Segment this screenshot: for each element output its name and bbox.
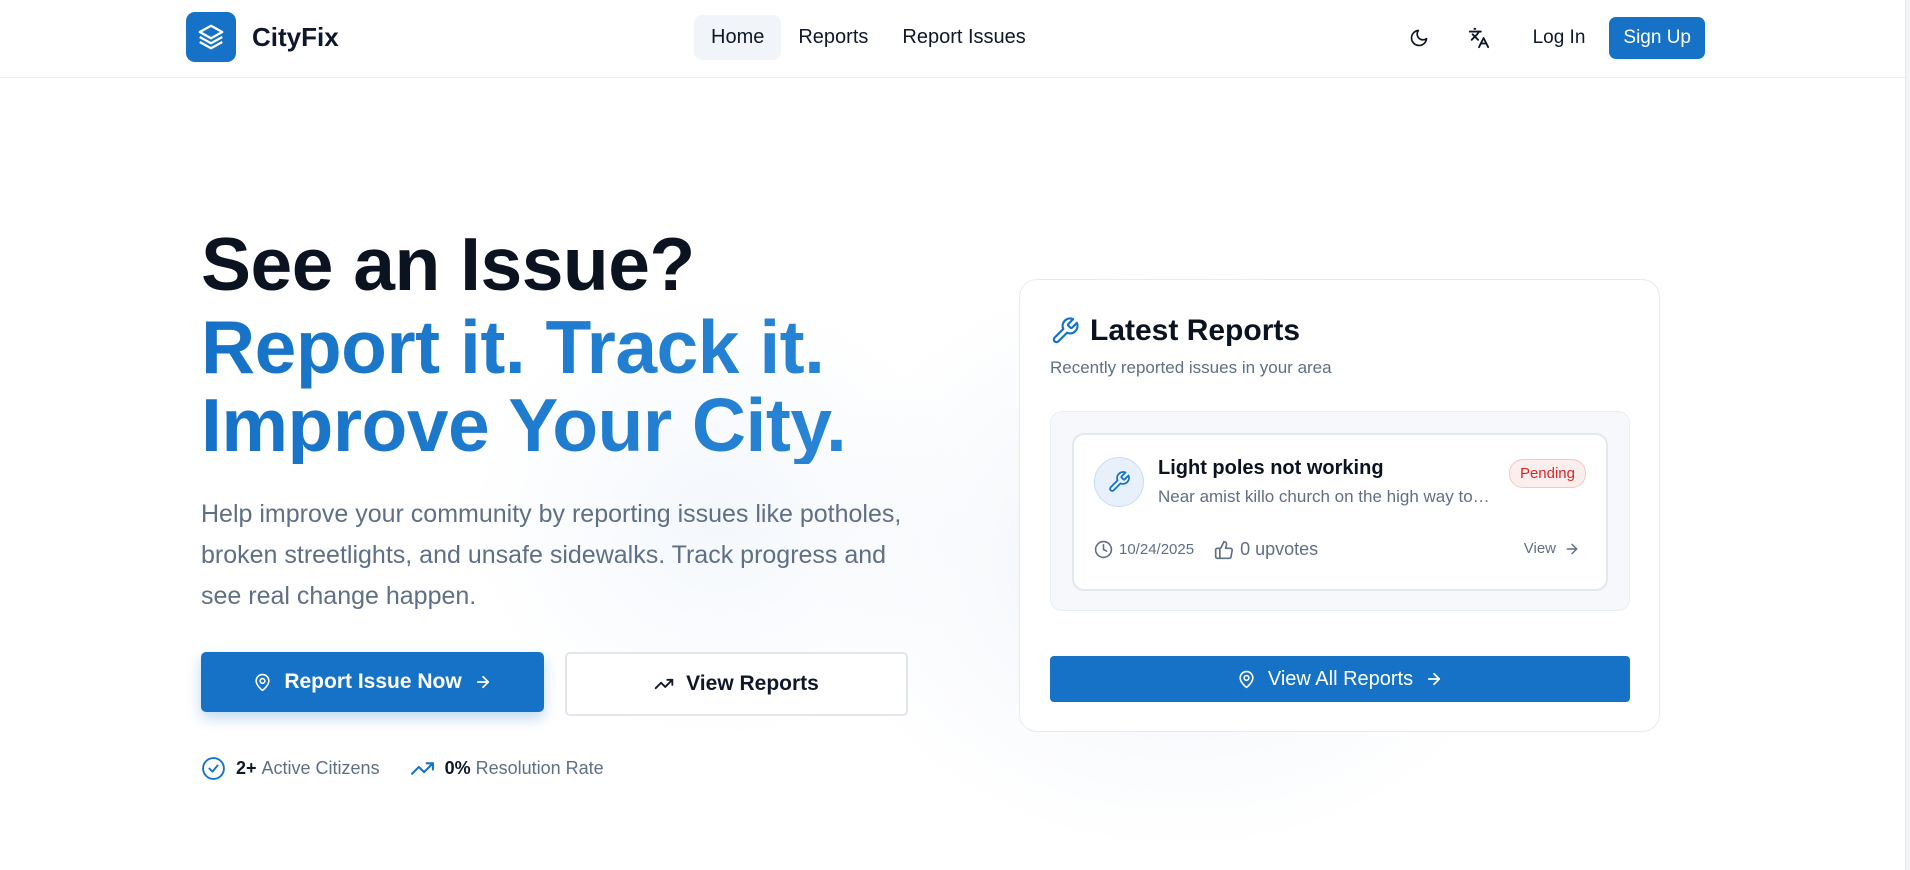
hero-subtitle-line-1: Report it. Track it. bbox=[201, 305, 825, 389]
report-date: 10/24/2025 bbox=[1094, 540, 1194, 559]
arrow-right-icon bbox=[1564, 541, 1580, 557]
trending-up-icon bbox=[654, 674, 674, 694]
layers-icon bbox=[186, 12, 236, 62]
reports-list: Light poles not working Near amist killo… bbox=[1050, 411, 1630, 611]
arrow-right-icon bbox=[1425, 670, 1443, 688]
brand-name: CityFix bbox=[252, 21, 339, 52]
brand[interactable]: CityFix bbox=[186, 12, 339, 62]
report-title: Light poles not working bbox=[1158, 457, 1384, 479]
hero-subtitle-line-2: Improve Your City. bbox=[201, 383, 847, 467]
latest-reports-card: Latest Reports Recently reported issues … bbox=[1019, 279, 1660, 732]
report-location: Near amist killo church on the high way … bbox=[1158, 487, 1493, 506]
hero-description: Help improve your community by reporting… bbox=[201, 500, 902, 610]
nav-home[interactable]: Home bbox=[694, 15, 782, 60]
nav-reports[interactable]: Reports bbox=[781, 15, 885, 60]
stat-label: Active Citizens bbox=[261, 758, 380, 778]
report-item[interactable]: Light poles not working Near amist killo… bbox=[1072, 433, 1608, 591]
check-circle-icon bbox=[201, 756, 226, 781]
clock-icon bbox=[1094, 540, 1113, 559]
signup-button[interactable]: Sign Up bbox=[1609, 17, 1705, 59]
wrench-icon bbox=[1050, 316, 1080, 346]
report-issue-now-button[interactable]: Report Issue Now bbox=[201, 652, 544, 712]
hero-subtitle: Report it. Track it. Improve Your City. bbox=[201, 308, 921, 464]
card-header: Latest Reports bbox=[1050, 314, 1300, 348]
stat-resolution-rate: 0% Resolution Rate bbox=[410, 756, 604, 781]
hero-section: See an Issue? Report it. Track it. Impro… bbox=[201, 222, 921, 781]
view-all-reports-button[interactable]: View All Reports bbox=[1050, 656, 1630, 702]
language-button[interactable] bbox=[1457, 18, 1501, 58]
hero-title: See an Issue? bbox=[201, 222, 695, 306]
report-date-text: 10/24/2025 bbox=[1119, 541, 1195, 558]
nav-actions: Log In Sign Up bbox=[1381, 17, 1705, 59]
top-navbar: CityFix Home Reports Report Issues Log I… bbox=[0, 0, 1905, 78]
stat-value: 0% bbox=[444, 758, 471, 778]
view-reports-button[interactable]: View Reports bbox=[565, 652, 908, 716]
page-scrollbar[interactable] bbox=[1905, 0, 1910, 870]
thumbs-up-icon bbox=[1214, 540, 1234, 560]
map-pin-icon bbox=[1237, 670, 1256, 689]
report-view-link[interactable]: View bbox=[1524, 540, 1580, 557]
stat-active-citizens: 2+ Active Citizens bbox=[201, 756, 380, 781]
hero-stats: 2+ Active Citizens 0% Resolution Rate bbox=[201, 756, 921, 781]
report-upvotes-text: 0 upvotes bbox=[1240, 539, 1319, 559]
arrow-right-icon bbox=[474, 673, 492, 691]
view-all-reports-label: View All Reports bbox=[1267, 667, 1414, 690]
nav-report-issues[interactable]: Report Issues bbox=[885, 15, 1042, 60]
report-issue-now-label: Report Issue Now bbox=[284, 670, 462, 693]
map-pin-icon bbox=[253, 673, 272, 692]
report-upvotes[interactable]: 0 upvotes bbox=[1214, 539, 1318, 560]
stat-label: Resolution Rate bbox=[475, 758, 604, 778]
card-title: Latest Reports bbox=[1090, 314, 1301, 347]
stat-value: 2+ bbox=[236, 758, 257, 778]
card-description: Recently reported issues in your area bbox=[1050, 358, 1332, 377]
trending-up-icon bbox=[410, 756, 435, 781]
wrench-icon bbox=[1094, 457, 1144, 507]
hero-actions: Report Issue Now View Reports bbox=[201, 652, 921, 716]
moon-icon bbox=[1409, 28, 1429, 48]
status-badge: Pending bbox=[1508, 459, 1586, 488]
main-nav: Home Reports Report Issues bbox=[694, 15, 1043, 60]
report-view-label: View bbox=[1523, 540, 1556, 557]
login-button[interactable]: Log In bbox=[1517, 17, 1602, 59]
view-reports-label: View Reports bbox=[686, 672, 819, 695]
report-meta: 10/24/2025 0 upvotes bbox=[1094, 539, 1318, 560]
theme-toggle-button[interactable] bbox=[1397, 18, 1441, 58]
translate-icon bbox=[1468, 27, 1490, 49]
